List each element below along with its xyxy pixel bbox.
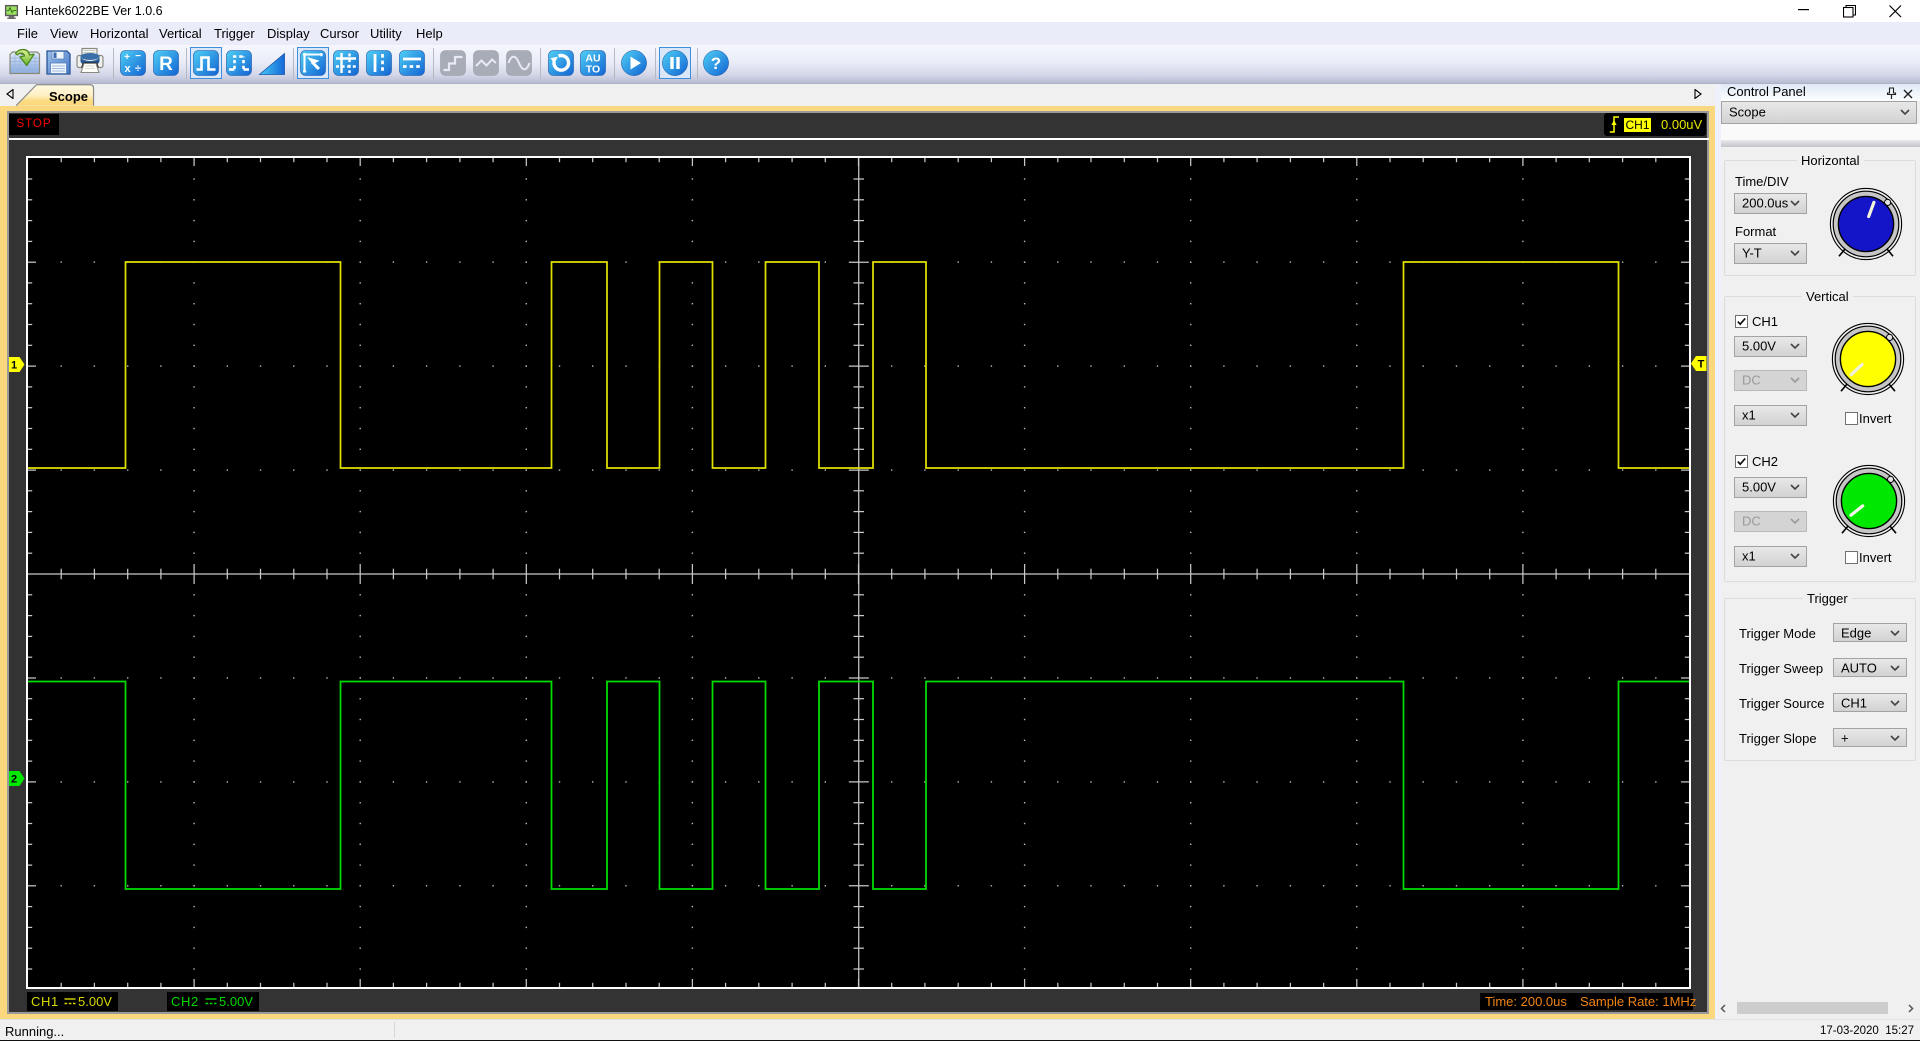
svg-text:1: 1	[11, 359, 17, 371]
svg-text:−: −	[135, 51, 141, 62]
svg-text:+: +	[124, 52, 130, 63]
svg-text:TO: TO	[586, 64, 600, 76]
svg-text:R: R	[159, 54, 173, 75]
svg-text:T: T	[1697, 359, 1704, 371]
svg-text:2: 2	[11, 774, 17, 786]
svg-text:?: ?	[711, 54, 721, 73]
svg-text:÷: ÷	[135, 63, 141, 75]
svg-text:x: x	[124, 63, 131, 75]
